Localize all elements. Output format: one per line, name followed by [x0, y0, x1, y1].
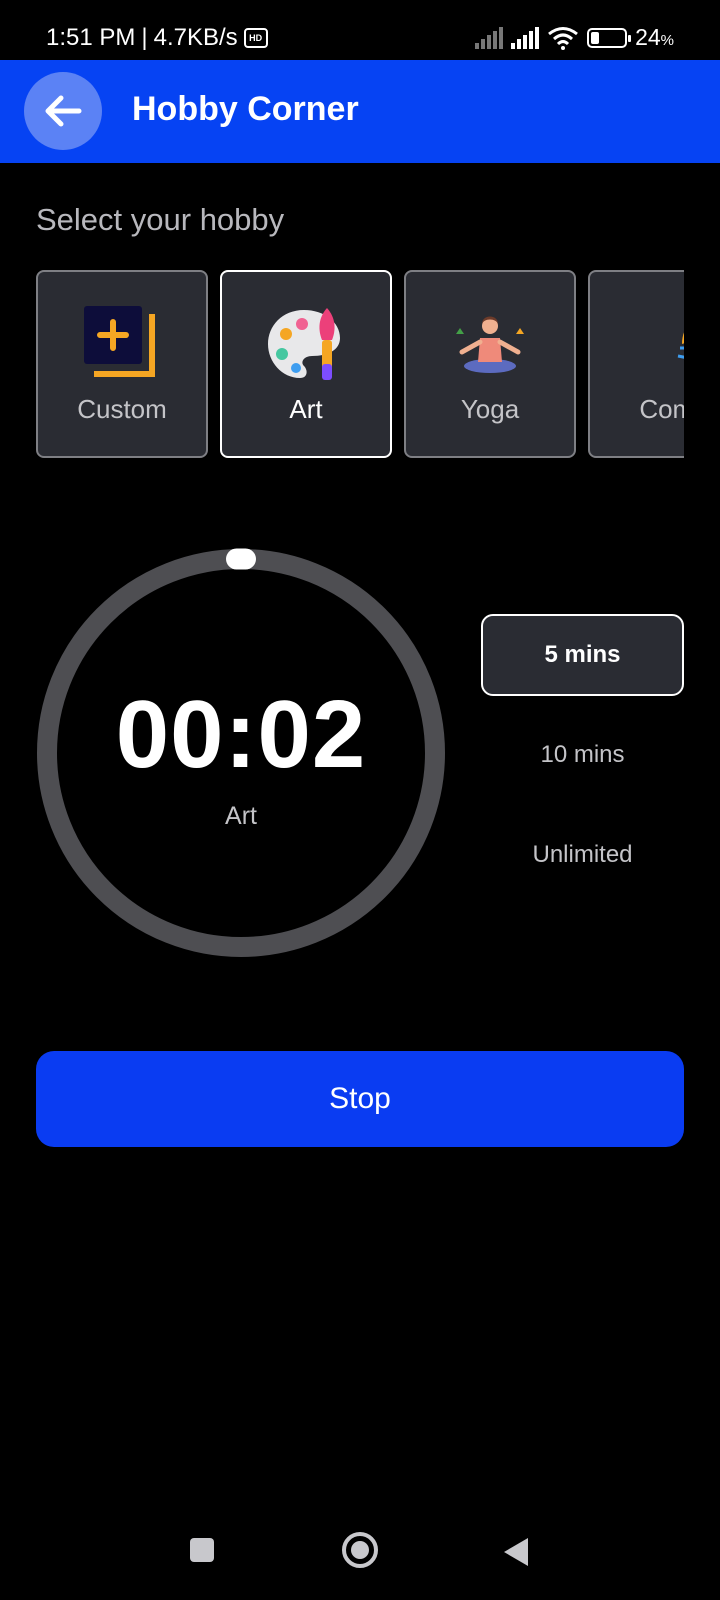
timer-hobby-name: Art [225, 802, 257, 830]
back-icon[interactable] [502, 1536, 530, 1568]
back-button[interactable] [24, 72, 102, 150]
battery-percent: 24% [635, 24, 674, 51]
signal-sim1-icon [475, 26, 504, 49]
recents-icon[interactable] [188, 1536, 216, 1564]
hobby-card-custom[interactable]: Custom [36, 270, 208, 458]
status-left: 1:51 PM | 4.7KB/s HD [46, 24, 268, 52]
status-net-speed: 4.7KB/s [153, 24, 238, 51]
battery-unit: % [660, 32, 674, 49]
status-right: 24% [475, 24, 674, 51]
timer-time: 00:02 [115, 681, 367, 788]
hobby-list[interactable]: Custom Art Yoga Com [36, 270, 684, 460]
hobby-label-custom: Custom [77, 394, 167, 424]
palette-icon [268, 308, 340, 380]
home-icon[interactable] [340, 1530, 380, 1570]
page-title: Hobby Corner [132, 90, 359, 128]
battery-fill [591, 31, 599, 44]
app-bar: Hobby Corner [0, 60, 720, 163]
hobby-card-yoga[interactable]: Yoga [404, 270, 576, 458]
status-time: 1:51 PM [46, 24, 136, 51]
wifi-icon [548, 26, 578, 50]
arrow-left-icon [45, 95, 82, 127]
battery-icon [587, 27, 632, 48]
signal-sim2-icon [511, 26, 540, 49]
select-hobby-label: Select your hobby [36, 202, 285, 237]
hobby-card-art[interactable]: Art [220, 270, 392, 458]
duration-5-mins[interactable]: 5 mins [481, 614, 684, 696]
hobby-label-yoga: Yoga [460, 394, 520, 424]
hobby-label-comp: Comp [639, 394, 684, 424]
custom-plus-icon [84, 306, 155, 377]
system-nav-bar [0, 1510, 720, 1600]
battery-percent-value: 24 [635, 24, 661, 50]
duration-unlimited[interactable]: Unlimited [481, 814, 684, 896]
duration-10-mins[interactable]: 10 mins [481, 714, 684, 796]
hd-badge-icon: HD [243, 28, 268, 48]
status-separator: | [141, 24, 148, 51]
stop-button[interactable]: Stop [36, 1051, 684, 1147]
hobby-card-comp[interactable]: Comp [588, 270, 684, 458]
computer-person-icon [677, 332, 684, 359]
status-bar: 1:51 PM | 4.7KB/s HD 24% [0, 0, 720, 60]
yoga-icon [456, 316, 524, 373]
hobby-label-art: Art [289, 394, 323, 424]
timer-progress-knob[interactable] [226, 548, 256, 570]
